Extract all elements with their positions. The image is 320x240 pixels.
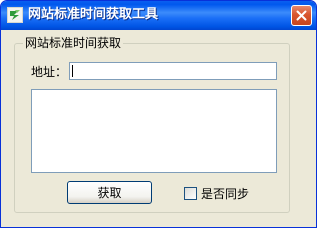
address-input[interactable] (69, 62, 277, 80)
title-bar[interactable]: 网站标准时间获取工具 (1, 1, 316, 30)
sync-checkbox-label[interactable]: 是否同步 (201, 187, 249, 201)
app-window: 网站标准时间获取工具 网站标准时间获取 地址： 获取 是否同步 (0, 0, 317, 228)
fetch-button[interactable]: 获取 (67, 181, 152, 204)
window-title: 网站标准时间获取工具 (28, 7, 159, 22)
group-title: 网站标准时间获取 (23, 36, 124, 50)
app-icon (7, 7, 23, 23)
close-button[interactable] (291, 5, 312, 26)
sync-checkbox[interactable] (184, 187, 197, 200)
close-icon (296, 10, 307, 21)
text-caret (72, 65, 73, 77)
address-label: 地址： (31, 65, 68, 79)
result-output[interactable] (31, 89, 277, 173)
